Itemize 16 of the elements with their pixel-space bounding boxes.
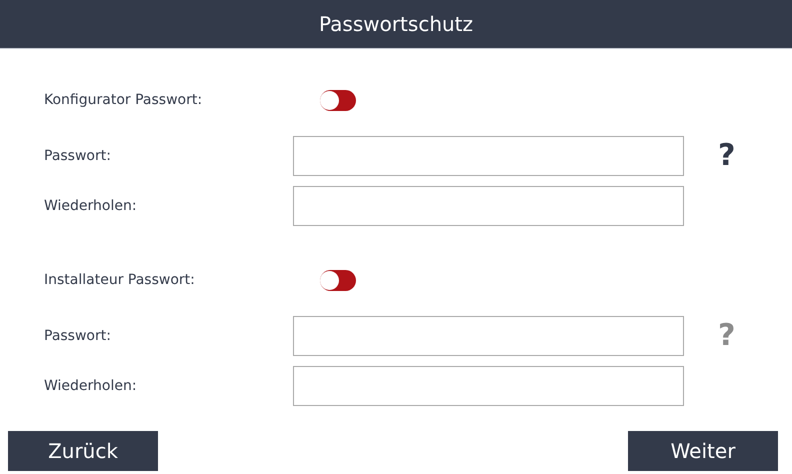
toggle-label: Installateur Passwort:: [44, 272, 196, 288]
window-title: Passwortschutz: [318, 12, 474, 36]
field-label: Wiederholen:: [44, 378, 138, 394]
field-label: Passwort:: [44, 148, 112, 164]
password-field[interactable]: [293, 366, 684, 406]
toggle-switch[interactable]: [320, 90, 356, 110]
toggle-switch[interactable]: [320, 270, 356, 290]
help-icon[interactable]: ?: [718, 141, 736, 171]
password-field[interactable]: [293, 316, 684, 356]
toggle-label: Konfigurator Passwort:: [44, 92, 204, 108]
field-label: Passwort:: [44, 328, 112, 344]
back-button[interactable]: Zurück: [8, 431, 158, 471]
password-field[interactable]: [293, 136, 684, 176]
next-button[interactable]: Weiter: [628, 431, 778, 471]
field-label: Wiederholen:: [44, 198, 138, 214]
password-field[interactable]: [293, 186, 684, 226]
